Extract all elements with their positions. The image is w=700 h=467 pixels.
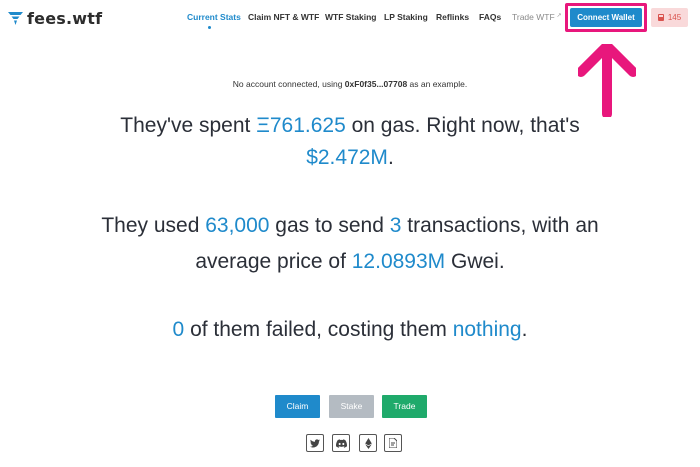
failed-count-value: 0: [172, 318, 185, 341]
fees-logo-icon: [8, 11, 23, 25]
tx-count-value: 3: [389, 214, 402, 237]
spent-text: They've spent: [120, 114, 257, 137]
gas-pump-icon: [657, 14, 664, 21]
stake-button[interactable]: Stake: [329, 395, 374, 418]
docs-link[interactable]: [384, 434, 402, 452]
nav-reflinks[interactable]: Reflinks: [436, 12, 469, 22]
usd-sentence: $2.472M.: [0, 140, 700, 176]
claim-button[interactable]: Claim: [275, 395, 320, 418]
gas-text: They used: [101, 214, 206, 237]
avg-gas-price-value: 12.0893M: [351, 250, 446, 273]
spent-sentence: They've spent Ξ761.625 on gas. Right now…: [0, 108, 700, 144]
nav-faqs[interactable]: FAQs: [479, 12, 501, 22]
avg-price-sentence: average price of 12.0893M Gwei.: [0, 244, 700, 280]
trade-button[interactable]: Trade: [382, 395, 427, 418]
active-indicator: [207, 26, 211, 29]
eth-spent-value: Ξ761.625: [256, 114, 346, 137]
twitter-icon: [310, 438, 320, 447]
failed-cost-value: nothing: [452, 318, 522, 341]
nav-current-stats[interactable]: Current Stats: [187, 12, 241, 22]
notice-suffix: as an example.: [407, 79, 468, 89]
ethereum-icon: [364, 437, 372, 449]
no-account-notice: No account connected, using 0xF0f35...07…: [0, 79, 700, 89]
discord-icon: [335, 438, 347, 448]
gas-text-2: gas to send: [269, 214, 390, 237]
nav-wtf-staking[interactable]: WTF Staking: [325, 12, 376, 22]
failed-sentence: 0 of them failed, costing them nothing.: [0, 312, 700, 348]
external-link-icon: ↗: [556, 13, 562, 19]
period: .: [387, 146, 394, 169]
example-address: 0xF0f35...07708: [344, 79, 408, 89]
nav-trade-wtf[interactable]: Trade WTF ↗: [512, 12, 562, 22]
failed-text: of them failed, costing them: [184, 318, 453, 341]
header: fees.wtf Current Stats Claim NFT & WTF W…: [0, 0, 700, 36]
gas-price-badge[interactable]: 145: [651, 8, 688, 27]
gas-price-value: 145: [667, 13, 682, 22]
nav-trade-wtf-label: Trade WTF: [512, 12, 555, 22]
avg-text: average price of: [195, 250, 352, 273]
usd-value: $2.472M: [306, 146, 388, 169]
gwei-text: Gwei.: [445, 250, 505, 273]
spent-text-2: on gas. Right now, that's: [345, 114, 580, 137]
nav-lp-staking[interactable]: LP Staking: [384, 12, 428, 22]
notice-prefix: No account connected, using: [232, 79, 345, 89]
period-2: .: [521, 318, 528, 341]
gas-used-value: 63,000: [205, 214, 270, 237]
connect-wallet-button[interactable]: Connect Wallet: [570, 8, 642, 27]
gas-used-sentence: They used 63,000 gas to send 3 transacti…: [0, 208, 700, 244]
logo[interactable]: fees.wtf: [8, 9, 102, 28]
gas-text-3: transactions, with an: [401, 214, 599, 237]
twitter-link[interactable]: [306, 434, 324, 452]
nav-claim-nft[interactable]: Claim NFT & WTF: [248, 12, 319, 22]
discord-link[interactable]: [332, 434, 350, 452]
brand-name: fees.wtf: [27, 9, 103, 28]
etherscan-link[interactable]: [359, 434, 377, 452]
document-icon: [389, 438, 397, 448]
